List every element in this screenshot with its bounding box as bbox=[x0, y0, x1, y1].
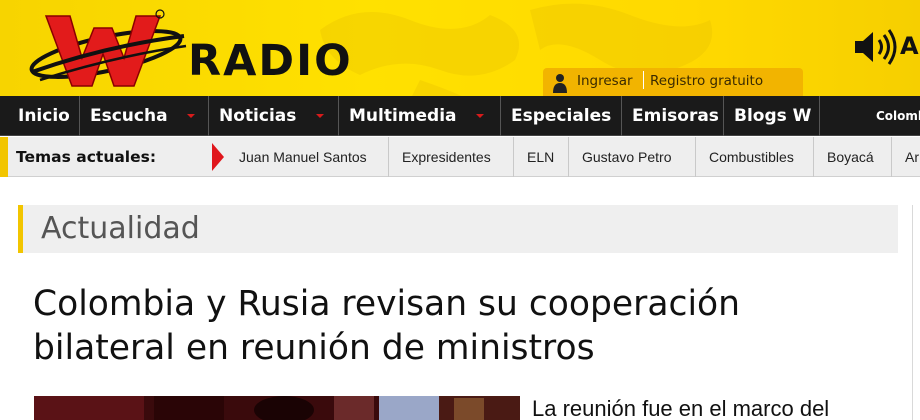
nav-item-inicio[interactable]: Inicio bbox=[8, 96, 80, 136]
login-separator bbox=[643, 71, 644, 89]
nav-item-emisoras[interactable]: Emisoras bbox=[622, 96, 724, 136]
nav-item-label: Blogs W bbox=[734, 106, 812, 126]
headline-line-2: bilateral en reunión de ministros bbox=[33, 328, 595, 368]
logo-radio-text: RADIO bbox=[188, 36, 353, 86]
arrow-right-icon bbox=[212, 143, 224, 171]
site-header: RADIO A Ingresar Registro gratuito bbox=[0, 0, 920, 96]
site-logo[interactable]: RADIO bbox=[26, 6, 351, 92]
nav-item-especiales[interactable]: Especiales bbox=[501, 96, 622, 136]
topic-link[interactable]: Ar bbox=[892, 137, 920, 177]
topics-label: Temas actuales: bbox=[16, 148, 157, 166]
nav-item-label: Multimedia bbox=[349, 106, 457, 126]
article-photo bbox=[34, 396, 520, 420]
login-link[interactable]: Ingresar bbox=[577, 73, 633, 89]
article-lead: La reunión fue en el marco del bbox=[532, 396, 830, 420]
article-headline: Colombia y Rusia revisan su cooperación … bbox=[33, 282, 873, 370]
w-logo-icon bbox=[29, 9, 187, 87]
register-link[interactable]: Registro gratuito bbox=[650, 73, 763, 89]
nav-item-label: Escucha bbox=[90, 106, 168, 126]
topic-link[interactable]: Combustibles bbox=[696, 137, 814, 177]
topics-accent bbox=[0, 137, 8, 177]
topic-link[interactable]: Boyacá bbox=[814, 137, 892, 177]
nav-item-label: Inicio bbox=[18, 106, 70, 126]
login-box: Ingresar Registro gratuito bbox=[543, 68, 803, 96]
chevron-down-icon bbox=[187, 114, 195, 118]
nav-item-label: Emisoras bbox=[632, 106, 719, 126]
photo-scene bbox=[34, 396, 520, 420]
nav-item-multimedia[interactable]: Multimedia bbox=[339, 96, 501, 136]
chevron-down-icon bbox=[316, 114, 324, 118]
header-cut-text[interactable]: A bbox=[900, 32, 919, 60]
headline-line-1: Colombia y Rusia revisan su cooperación bbox=[33, 284, 740, 324]
nav-item-escucha[interactable]: Escucha bbox=[80, 96, 209, 136]
nav-item-noticias[interactable]: Noticias bbox=[209, 96, 339, 136]
topic-link[interactable]: Juan Manuel Santos bbox=[226, 137, 389, 177]
nav-item-blogs[interactable]: Blogs W bbox=[724, 96, 820, 136]
section-title[interactable]: Actualidad bbox=[41, 211, 200, 246]
chevron-down-icon bbox=[476, 114, 484, 118]
topic-link[interactable]: Gustavo Petro bbox=[569, 137, 696, 177]
section-header: Actualidad bbox=[18, 205, 898, 253]
speaker-icon[interactable] bbox=[853, 28, 899, 66]
nav-item-label: Noticias bbox=[219, 106, 297, 126]
sidebar-divider bbox=[912, 205, 913, 420]
nav-right-link[interactable]: Colombia bbox=[876, 96, 920, 136]
nav-item-label: Especiales bbox=[511, 106, 612, 126]
topic-link[interactable]: ELN bbox=[514, 137, 569, 177]
main-nav: Inicio Escucha Noticias Multimedia Espec… bbox=[0, 96, 920, 136]
topic-link[interactable]: Expresidentes bbox=[389, 137, 514, 177]
user-icon bbox=[553, 74, 567, 93]
topics-bar: Temas actuales: Juan Manuel Santos Expre… bbox=[0, 137, 920, 177]
